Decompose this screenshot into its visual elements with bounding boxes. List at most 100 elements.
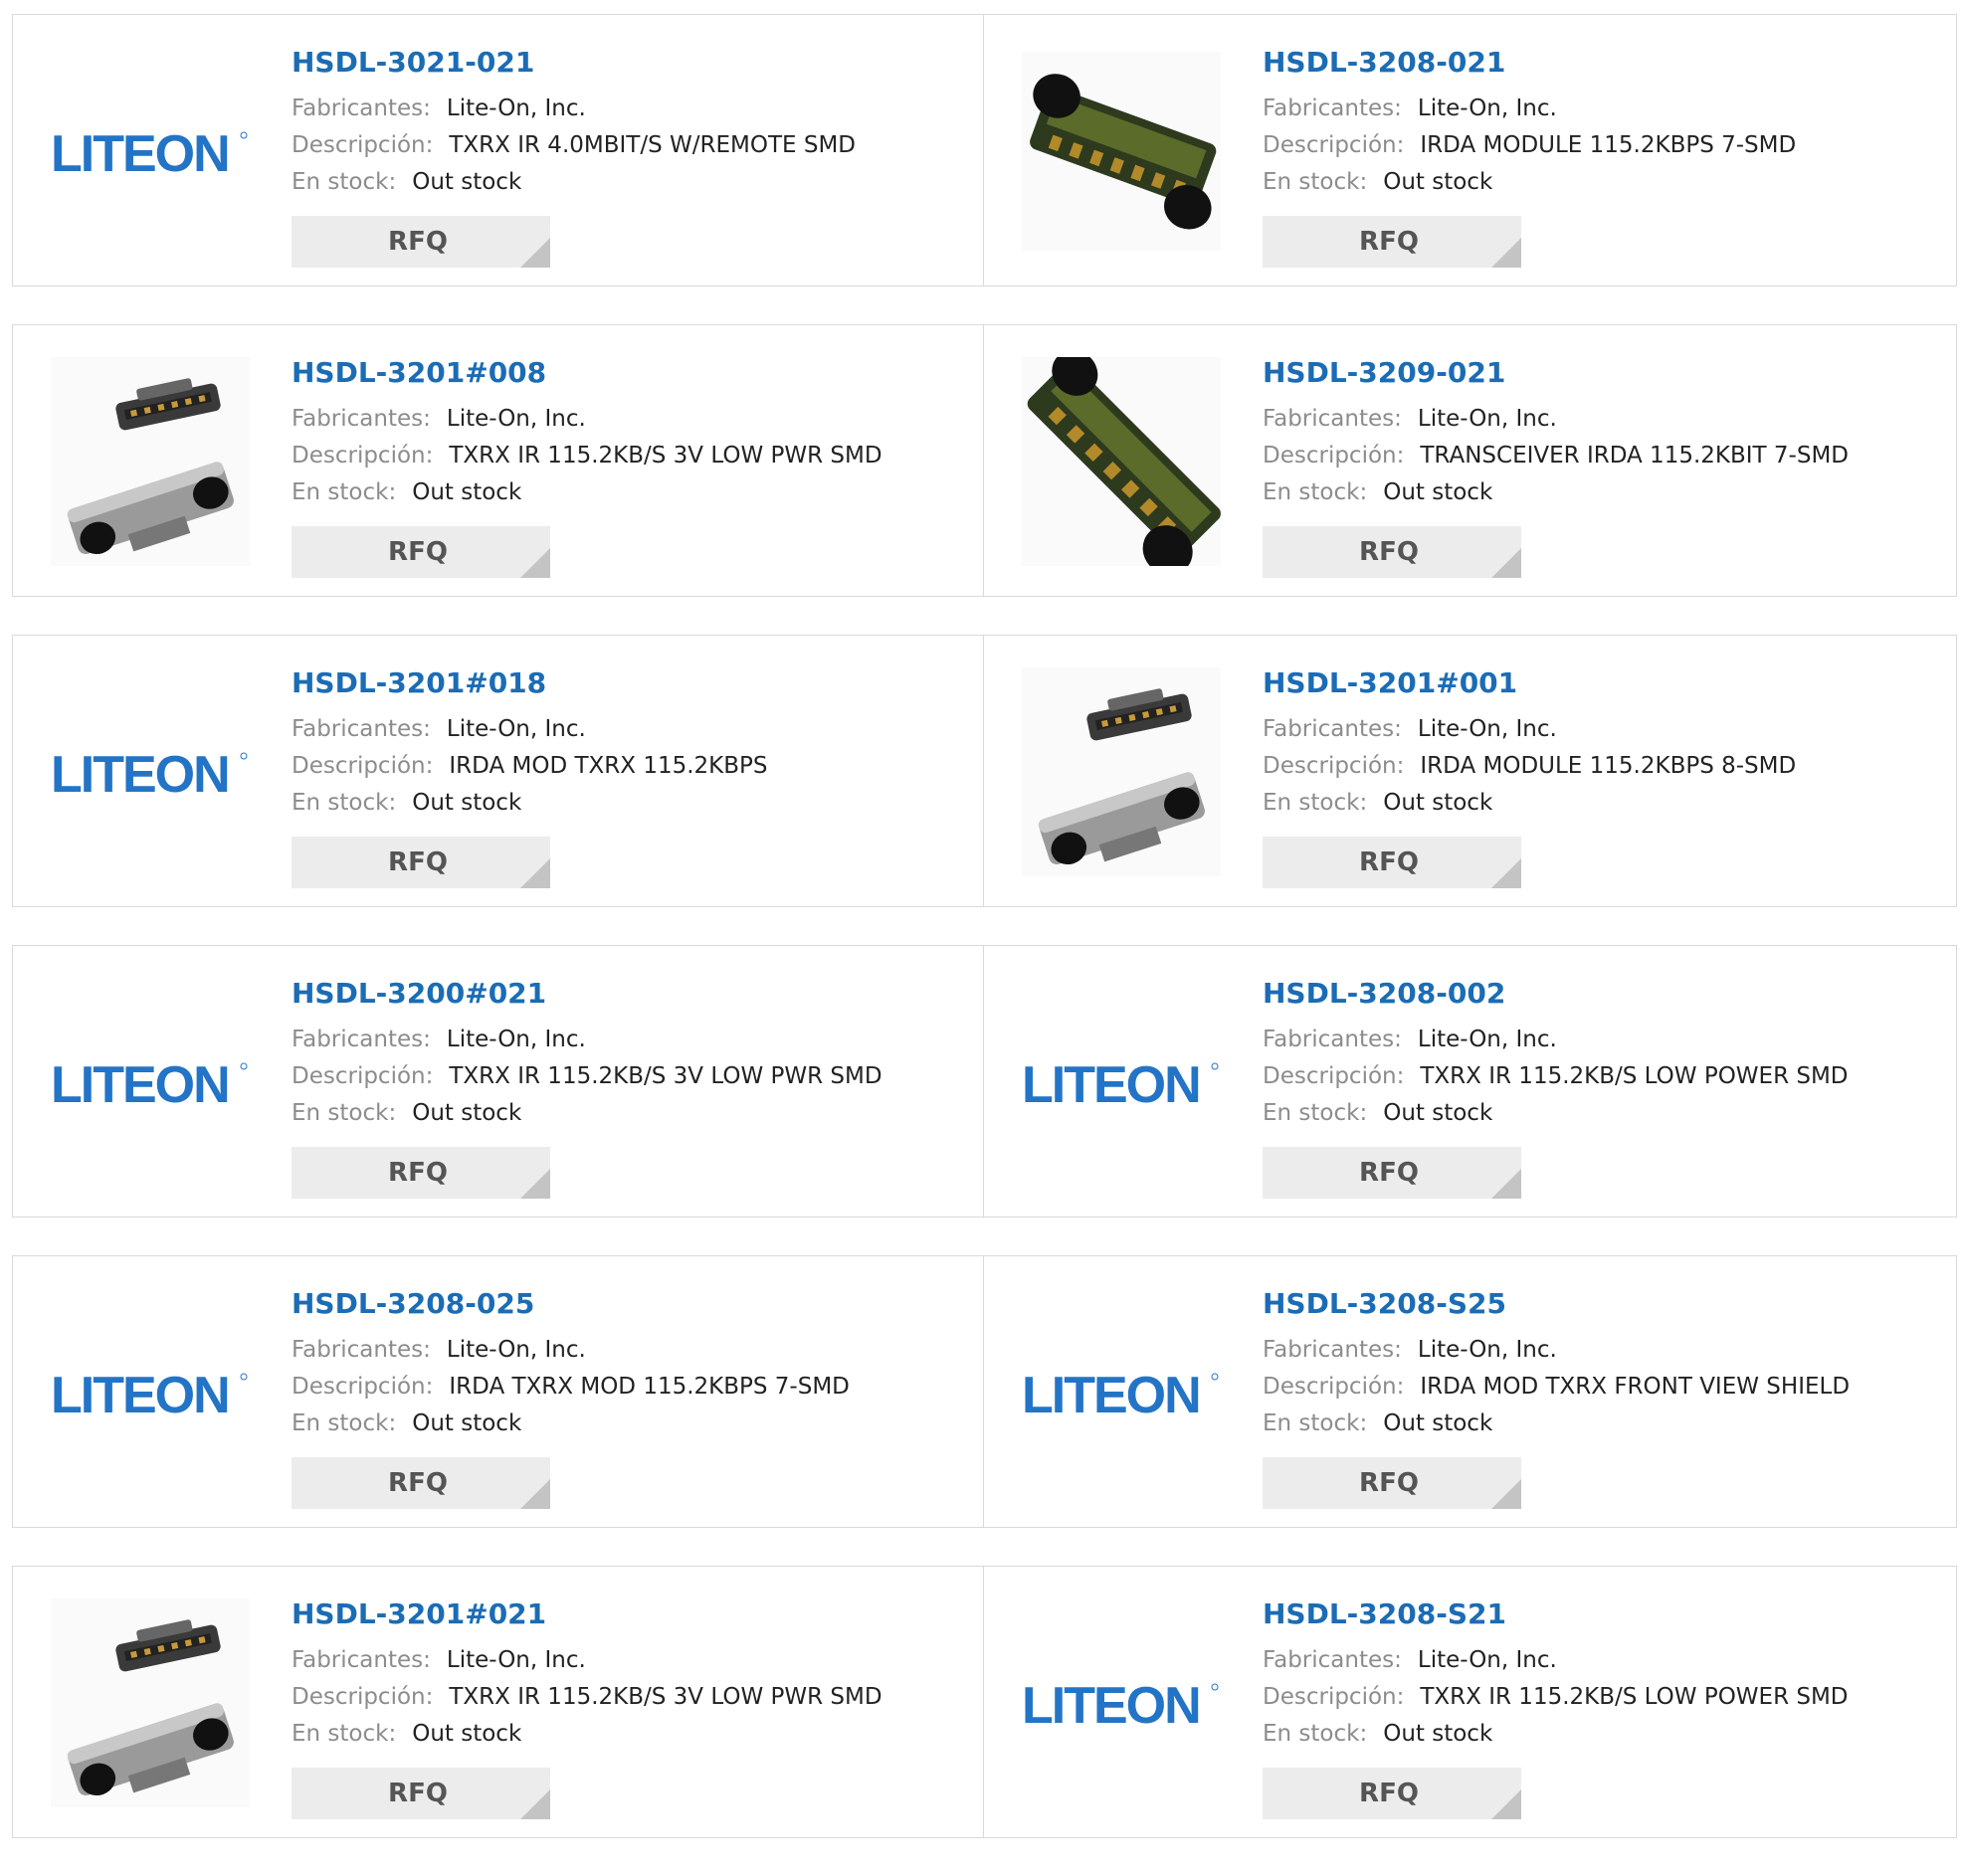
registered-mark-icon <box>240 1373 248 1381</box>
rfq-label: RFQ <box>1359 1158 1419 1188</box>
rfq-button[interactable]: RFQ <box>1263 1768 1521 1819</box>
registered-mark-icon <box>240 131 248 139</box>
product-info: HSDL-3021-021 Fabricantes: Lite-On, Inc. … <box>292 45 963 201</box>
manufacturer-row: Fabricantes: Lite-On, Inc. <box>1263 1332 1936 1369</box>
part-number-link[interactable]: HSDL-3208-S25 <box>1263 1286 1936 1322</box>
rfq-button[interactable]: RFQ <box>1263 526 1521 578</box>
manufacturer-value: Lite-On, Inc. <box>1417 1337 1557 1363</box>
manufacturer-row: Fabricantes: Lite-On, Inc. <box>292 401 963 438</box>
rfq-button[interactable]: RFQ <box>1263 216 1521 268</box>
part-number-link[interactable]: HSDL-3208-021 <box>1263 45 1936 81</box>
rfq-button[interactable]: RFQ <box>292 216 550 268</box>
stock-value: Out stock <box>412 790 522 816</box>
rfq-button[interactable]: RFQ <box>292 1457 550 1509</box>
registered-mark-icon <box>240 1062 248 1070</box>
product-row: LITEON HSDL-3200#021 Fabricantes: Lite-On… <box>12 945 1960 1218</box>
description-row: Descripción: TXRX IR 115.2KB/S 3V LOW PWR… <box>292 1679 963 1716</box>
manufacturer-row: Fabricantes: Lite-On, Inc. <box>1263 401 1936 438</box>
liteon-logo: LITEON <box>51 1056 248 1112</box>
product-image[interactable]: LITEON <box>1014 1596 1229 1809</box>
corner-triangle-icon <box>520 1169 550 1199</box>
product-info: HSDL-3208-002 Fabricantes: Lite-On, Inc. … <box>1263 976 1936 1132</box>
part-number-link[interactable]: HSDL-3200#021 <box>292 976 963 1012</box>
description-row: Descripción: TXRX IR 115.2KB/S LOW POWER … <box>1263 1679 1936 1716</box>
product-card: HSDL-3208-021 Fabricantes: Lite-On, Inc. … <box>984 14 1957 286</box>
stock-label: En stock: <box>292 169 397 195</box>
product-image[interactable]: LITEON <box>43 665 258 878</box>
product-info: HSDL-3201#001 Fabricantes: Lite-On, Inc. … <box>1263 665 1936 822</box>
description-value: TXRX IR 115.2KB/S LOW POWER SMD <box>1420 1063 1849 1089</box>
logo-wordmark: LITEON <box>51 746 229 802</box>
rfq-label: RFQ <box>388 537 448 567</box>
product-info: HSDL-3208-S21 Fabricantes: Lite-On, Inc. … <box>1263 1596 1936 1753</box>
product-image[interactable]: LITEON <box>43 1286 258 1499</box>
corner-triangle-icon <box>1491 858 1521 888</box>
irda-module-angled-photo <box>1022 357 1221 566</box>
manufacturer-value: Lite-On, Inc. <box>1417 95 1557 121</box>
rfq-button[interactable]: RFQ <box>1263 837 1521 888</box>
product-card: LITEON HSDL-3208-002 Fabricantes: Lite-On… <box>984 945 1957 1218</box>
product-info: HSDL-3201#008 Fabricantes: Lite-On, Inc. … <box>292 355 963 511</box>
stock-value: Out stock <box>412 479 522 505</box>
stock-row: En stock: Out stock <box>1263 1095 1936 1132</box>
part-number-link[interactable]: HSDL-3201#021 <box>292 1596 963 1632</box>
stock-value: Out stock <box>1383 1410 1493 1436</box>
description-value: TRANSCEIVER IRDA 115.2KBIT 7-SMD <box>1420 443 1849 469</box>
corner-triangle-icon <box>520 1479 550 1509</box>
product-image[interactable] <box>43 355 258 568</box>
part-number-link[interactable]: HSDL-3209-021 <box>1263 355 1936 391</box>
product-image[interactable] <box>1014 665 1229 878</box>
part-number-link[interactable]: HSDL-3201#018 <box>292 665 963 701</box>
product-image[interactable] <box>43 1596 258 1809</box>
product-info: HSDL-3200#021 Fabricantes: Lite-On, Inc. … <box>292 976 963 1132</box>
product-card: HSDL-3201#001 Fabricantes: Lite-On, Inc. … <box>984 635 1957 907</box>
product-info: HSDL-3208-025 Fabricantes: Lite-On, Inc. … <box>292 1286 963 1442</box>
stock-value: Out stock <box>412 1721 522 1747</box>
manufacturer-row: Fabricantes: Lite-On, Inc. <box>1263 1642 1936 1679</box>
manufacturer-value: Lite-On, Inc. <box>446 1027 586 1052</box>
stock-row: En stock: Out stock <box>292 1716 963 1753</box>
rfq-button[interactable]: RFQ <box>292 526 550 578</box>
manufacturer-row: Fabricantes: Lite-On, Inc. <box>1263 1022 1936 1058</box>
liteon-logo: LITEON <box>1022 1056 1219 1112</box>
part-number-link[interactable]: HSDL-3201#008 <box>292 355 963 391</box>
product-image[interactable]: LITEON <box>43 976 258 1189</box>
transceiver-photo <box>1022 667 1221 876</box>
rfq-button[interactable]: RFQ <box>1263 1457 1521 1509</box>
rfq-button[interactable]: RFQ <box>1263 1147 1521 1199</box>
stock-value: Out stock <box>412 169 522 195</box>
rfq-label: RFQ <box>388 1158 448 1188</box>
part-number-link[interactable]: HSDL-3021-021 <box>292 45 963 81</box>
stock-row: En stock: Out stock <box>1263 164 1936 201</box>
corner-triangle-icon <box>520 1789 550 1819</box>
product-image[interactable]: LITEON <box>1014 976 1229 1189</box>
product-image[interactable]: LITEON <box>43 45 258 258</box>
stock-value: Out stock <box>1383 1100 1493 1126</box>
part-number-link[interactable]: HSDL-3208-002 <box>1263 976 1936 1012</box>
rfq-button[interactable]: RFQ <box>292 1147 550 1199</box>
rfq-label: RFQ <box>1359 847 1419 877</box>
part-number-link[interactable]: HSDL-3201#001 <box>1263 665 1936 701</box>
product-image[interactable] <box>1014 45 1229 258</box>
manufacturer-row: Fabricantes: Lite-On, Inc. <box>1263 91 1936 127</box>
product-image[interactable] <box>1014 355 1229 568</box>
rfq-label: RFQ <box>1359 1779 1419 1808</box>
manufacturer-label: Fabricantes: <box>1263 716 1402 742</box>
corner-triangle-icon <box>1491 1789 1521 1819</box>
rfq-button[interactable]: RFQ <box>292 837 550 888</box>
stock-row: En stock: Out stock <box>292 474 963 511</box>
stock-row: En stock: Out stock <box>292 164 963 201</box>
manufacturer-label: Fabricantes: <box>1263 1027 1402 1052</box>
manufacturer-row: Fabricantes: Lite-On, Inc. <box>292 1022 963 1058</box>
registered-mark-icon <box>1211 1373 1219 1381</box>
rfq-button[interactable]: RFQ <box>292 1768 550 1819</box>
stock-value: Out stock <box>1383 1721 1493 1747</box>
part-number-link[interactable]: HSDL-3208-025 <box>292 1286 963 1322</box>
liteon-logo: LITEON <box>51 125 248 181</box>
part-number-link[interactable]: HSDL-3208-S21 <box>1263 1596 1936 1632</box>
product-image[interactable]: LITEON <box>1014 1286 1229 1499</box>
description-row: Descripción: IRDA MOD TXRX 115.2KBPS <box>292 748 963 785</box>
stock-value: Out stock <box>412 1100 522 1126</box>
stock-label: En stock: <box>292 479 397 505</box>
rfq-label: RFQ <box>1359 537 1419 567</box>
